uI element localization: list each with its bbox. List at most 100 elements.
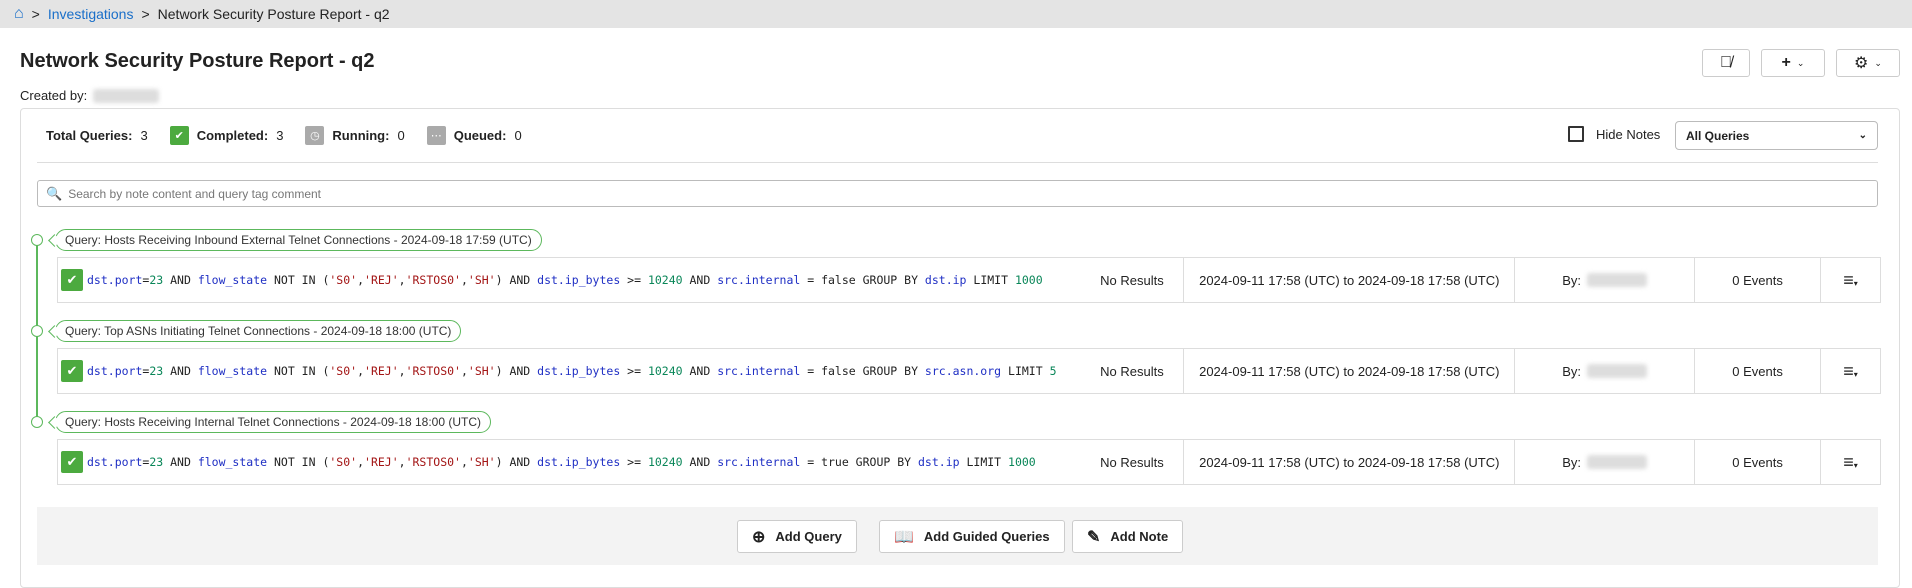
query-tag: Query: Hosts Receiving Inbound External … xyxy=(55,229,542,251)
author-cell: By: xyxy=(1514,440,1694,484)
add-note-label: Add Note xyxy=(1110,529,1169,544)
query-token: 'RSTOS0' xyxy=(405,364,461,378)
total-count: 3 xyxy=(140,128,148,143)
query-token: 5 xyxy=(1049,364,1057,378)
query-token: >= xyxy=(620,364,648,378)
add-guided-queries-button[interactable]: 📖 Add Guided Queries xyxy=(879,520,1065,553)
query-token: AND xyxy=(682,273,718,287)
query-token: >= xyxy=(620,273,648,287)
query-token: dst.ip xyxy=(918,455,960,469)
query-text: dst.port=23 AND flow_state NOT IN ('S0',… xyxy=(87,361,1077,381)
chevron-down-icon: ⌄ xyxy=(1874,57,1882,68)
query-token: AND xyxy=(682,364,718,378)
query-cell[interactable]: ✔ dst.port=23 AND flow_state NOT IN ('S0'… xyxy=(58,440,1080,484)
query-row: ✔ dst.port=23 AND flow_state NOT IN ('S0'… xyxy=(57,257,1881,303)
breadcrumb-investigations[interactable]: Investigations xyxy=(48,6,134,22)
breadcrumb: ⌂ > Investigations > Network Security Po… xyxy=(0,0,1912,28)
query-token: >= xyxy=(620,455,648,469)
query-tag-label: Query: Hosts Receiving Internal Telnet C… xyxy=(65,415,481,429)
query-token: = false GROUP BY xyxy=(800,273,925,287)
author-name xyxy=(1587,273,1648,287)
query-token: , xyxy=(357,455,365,469)
query-token: 23 xyxy=(149,364,164,378)
query-token: AND xyxy=(682,455,718,469)
row-menu-button[interactable]: ≡▾ xyxy=(1820,440,1880,484)
query-token: NOT IN ( xyxy=(267,364,330,378)
breadcrumb-separator: > xyxy=(141,6,150,22)
query-token: = false GROUP BY xyxy=(800,364,925,378)
query-text: dst.port=23 AND flow_state NOT IN ('S0',… xyxy=(87,452,1077,472)
query-token: flow_state xyxy=(197,455,268,469)
query-token: LIMIT xyxy=(1001,364,1050,378)
query-token: 'S0' xyxy=(329,273,358,287)
results-cell: No Results xyxy=(1100,272,1164,288)
query-token: dst.port xyxy=(87,455,143,469)
query-token: , xyxy=(460,455,468,469)
query-tag-label: Query: Hosts Receiving Inbound External … xyxy=(65,233,532,247)
query-token: src.asn.org xyxy=(924,364,1002,378)
query-tag: Query: Top ASNs Initiating Telnet Connec… xyxy=(55,320,462,342)
query-token: AND xyxy=(163,273,198,287)
query-token: 'REJ' xyxy=(364,273,399,287)
add-note-button[interactable]: ✎ Add Note xyxy=(1072,520,1184,553)
queued-label: Queued: xyxy=(453,128,507,143)
author-label: By: xyxy=(1562,272,1582,288)
toggle-visibility-button[interactable]: 👁̸ xyxy=(1702,49,1750,77)
queued-count: 0 xyxy=(514,128,522,143)
query-token: , xyxy=(357,364,365,378)
row-menu-button[interactable]: ≡▾ xyxy=(1820,258,1880,302)
query-filter-select[interactable]: All Queries ⌄ xyxy=(1675,121,1878,150)
query-token: 23 xyxy=(149,455,164,469)
query-token: ) AND xyxy=(495,364,538,378)
hamburger-menu-icon: ≡▾ xyxy=(1843,451,1858,472)
ellipsis-icon: ⋯ xyxy=(426,126,446,145)
query-row: ✔ dst.port=23 AND flow_state NOT IN ('S0'… xyxy=(57,439,1881,485)
query-token: , xyxy=(357,273,365,287)
completed-label: Completed: xyxy=(196,128,269,143)
query-token: AND xyxy=(163,455,198,469)
add-query-button[interactable]: ⊕ Add Query xyxy=(737,520,857,553)
query-token: dst.port xyxy=(87,273,143,287)
query-token: NOT IN ( xyxy=(267,273,330,287)
search-plus-icon: ⊕ xyxy=(752,528,766,546)
total-label: Total Queries: xyxy=(46,128,133,143)
query-token: NOT IN ( xyxy=(267,455,330,469)
results-cell: No Results xyxy=(1100,454,1164,470)
query-token: 10240 xyxy=(647,364,683,378)
check-icon: ✔ xyxy=(61,451,83,473)
query-token: 23 xyxy=(149,273,164,287)
query-token: , xyxy=(398,364,406,378)
author-cell: By: xyxy=(1514,258,1694,302)
gear-icon: ⚙ xyxy=(1854,55,1869,72)
query-token: dst.ip xyxy=(924,273,967,287)
hide-notes-checkbox[interactable] xyxy=(1568,126,1584,142)
running-label: Running: xyxy=(332,128,390,143)
created-by-label: Created by: xyxy=(20,88,88,103)
query-token: , xyxy=(398,455,406,469)
author-label: By: xyxy=(1562,454,1582,470)
search-input[interactable]: 🔍 Search by note content and query tag co… xyxy=(37,180,1878,207)
query-cell[interactable]: ✔ dst.port=23 AND flow_state NOT IN ('S0'… xyxy=(58,258,1080,302)
query-token: LIMIT xyxy=(959,455,1009,469)
hide-notes-toggle[interactable]: Hide Notes xyxy=(1568,126,1660,142)
query-token: flow_state xyxy=(197,364,268,378)
query-token: , xyxy=(398,273,406,287)
query-tag-label: Query: Top ASNs Initiating Telnet Connec… xyxy=(65,324,452,338)
hamburger-menu-icon: ≡▾ xyxy=(1843,269,1858,290)
breadcrumb-separator: > xyxy=(31,6,40,22)
hamburger-menu-icon: ≡▾ xyxy=(1843,360,1858,381)
results-cell: No Results xyxy=(1100,363,1164,379)
query-token: dst.port xyxy=(87,364,143,378)
events-cell: 0 Events xyxy=(1694,440,1820,484)
query-stats: Total Queries: 3 ✔ Completed: 3 ◷ Running: 0 … xyxy=(46,126,522,145)
home-icon[interactable]: ⌂ xyxy=(14,5,24,23)
query-token: 'RSTOS0' xyxy=(405,455,461,469)
completed-count: 3 xyxy=(276,128,284,143)
timeline-dot xyxy=(31,325,43,337)
settings-menu-button[interactable]: ⚙ ⌄ xyxy=(1836,49,1900,77)
add-menu-button[interactable]: + ⌄ xyxy=(1761,49,1825,77)
query-cell[interactable]: ✔ dst.port=23 AND flow_state NOT IN ('S0'… xyxy=(58,349,1080,393)
plus-icon: + xyxy=(1781,54,1791,71)
row-menu-button[interactable]: ≡▾ xyxy=(1820,349,1880,393)
query-tag: Query: Hosts Receiving Internal Telnet C… xyxy=(55,411,491,433)
